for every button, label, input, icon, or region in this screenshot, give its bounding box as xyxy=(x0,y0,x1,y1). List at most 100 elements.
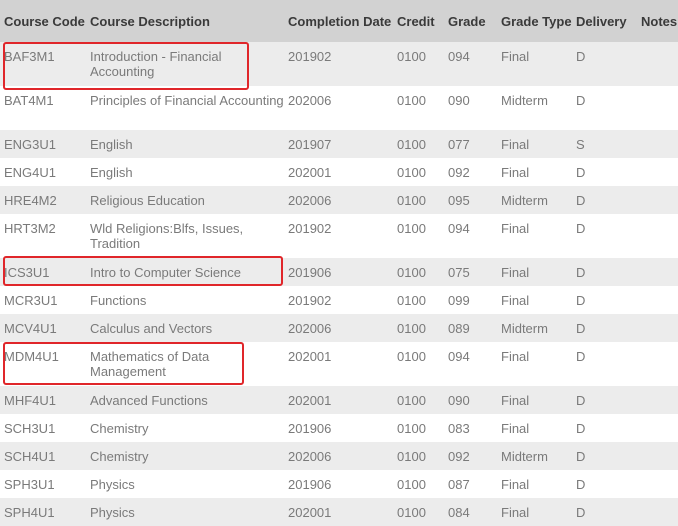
cell-grade: 092 xyxy=(444,442,497,470)
cell-date: 202001 xyxy=(284,342,393,386)
header-credit: Credit xyxy=(393,0,444,42)
cell-type: Final xyxy=(497,414,572,442)
cell-code: BAT4M1 xyxy=(0,86,86,130)
cell-description: Intro to Computer Science xyxy=(86,258,284,286)
cell-type: Final xyxy=(497,498,572,526)
cell-credit: 0100 xyxy=(393,186,444,214)
cell-description: Functions xyxy=(86,286,284,314)
cell-type: Final xyxy=(497,286,572,314)
cell-code: ENG3U1 xyxy=(0,130,86,158)
cell-grade: 077 xyxy=(444,130,497,158)
cell-grade: 090 xyxy=(444,86,497,130)
cell-description: English xyxy=(86,130,284,158)
cell-date: 202001 xyxy=(284,386,393,414)
cell-type: Final xyxy=(497,42,572,86)
cell-grade: 094 xyxy=(444,214,497,258)
cell-notes xyxy=(637,258,678,286)
cell-notes xyxy=(637,386,678,414)
cell-description: Calculus and Vectors xyxy=(86,314,284,342)
cell-description: Advanced Functions xyxy=(86,386,284,414)
cell-grade: 087 xyxy=(444,470,497,498)
cell-notes xyxy=(637,186,678,214)
cell-delivery: D xyxy=(572,470,637,498)
cell-code: MCV4U1 xyxy=(0,314,86,342)
cell-delivery: S xyxy=(572,130,637,158)
cell-type: Midterm xyxy=(497,186,572,214)
header-grade: Grade xyxy=(444,0,497,42)
cell-description: Introduction - Financial Accounting xyxy=(86,42,284,86)
cell-description: Chemistry xyxy=(86,414,284,442)
cell-notes xyxy=(637,470,678,498)
cell-delivery: D xyxy=(572,314,637,342)
cell-type: Final xyxy=(497,130,572,158)
cell-credit: 0100 xyxy=(393,86,444,130)
cell-type: Midterm xyxy=(497,442,572,470)
cell-description: English xyxy=(86,158,284,186)
cell-grade: 075 xyxy=(444,258,497,286)
cell-notes xyxy=(637,342,678,386)
cell-date: 202001 xyxy=(284,158,393,186)
cell-type: Final xyxy=(497,342,572,386)
cell-notes xyxy=(637,42,678,86)
cell-grade: 090 xyxy=(444,386,497,414)
cell-notes xyxy=(637,86,678,130)
cell-credit: 0100 xyxy=(393,286,444,314)
cell-credit: 0100 xyxy=(393,470,444,498)
table-row: SPH4U1 Physics 202001 0100 084 Final D xyxy=(0,498,678,526)
cell-description: Mathematics of Data Management xyxy=(86,342,284,386)
cell-delivery: D xyxy=(572,442,637,470)
table-row: MCR3U1 Functions 201902 0100 099 Final D xyxy=(0,286,678,314)
table-row: ENG4U1 English 202001 0100 092 Final D xyxy=(0,158,678,186)
cell-date: 202006 xyxy=(284,86,393,130)
cell-type: Final xyxy=(497,470,572,498)
cell-date: 201907 xyxy=(284,130,393,158)
cell-credit: 0100 xyxy=(393,130,444,158)
cell-credit: 0100 xyxy=(393,442,444,470)
cell-grade: 083 xyxy=(444,414,497,442)
cell-description: Chemistry xyxy=(86,442,284,470)
cell-code: ENG4U1 xyxy=(0,158,86,186)
cell-code: MCR3U1 xyxy=(0,286,86,314)
cell-delivery: D xyxy=(572,42,637,86)
cell-type: Final xyxy=(497,214,572,258)
table-row: MCV4U1 Calculus and Vectors 202006 0100 089 M… xyxy=(0,314,678,342)
table-row: HRE4M2 Religious Education 202006 0100 095 Mi… xyxy=(0,186,678,214)
cell-type: Final xyxy=(497,258,572,286)
cell-delivery: D xyxy=(572,86,637,130)
transcript-table: Course Code Course Description Completio… xyxy=(0,0,678,526)
cell-delivery: D xyxy=(572,414,637,442)
cell-credit: 0100 xyxy=(393,42,444,86)
cell-code: SCH3U1 xyxy=(0,414,86,442)
cell-notes xyxy=(637,130,678,158)
cell-date: 201906 xyxy=(284,258,393,286)
table-row: SCH4U1 Chemistry 202006 0100 092 Midterm D xyxy=(0,442,678,470)
table-row: SCH3U1 Chemistry 201906 0100 083 Final D xyxy=(0,414,678,442)
header-grade-type: Grade Type xyxy=(497,0,572,42)
table-row: MDM4U1 Mathematics of Data Management 2020… xyxy=(0,342,678,386)
header-row: Course Code Course Description Completio… xyxy=(0,0,678,42)
cell-delivery: D xyxy=(572,214,637,258)
cell-delivery: D xyxy=(572,386,637,414)
table-row: ICS3U1 Intro to Computer Science 201906 010… xyxy=(0,258,678,286)
cell-date: 202006 xyxy=(284,442,393,470)
cell-notes xyxy=(637,442,678,470)
cell-code: BAF3M1 xyxy=(0,42,86,86)
cell-grade: 094 xyxy=(444,342,497,386)
header-completion-date: Completion Date xyxy=(284,0,393,42)
cell-grade: 089 xyxy=(444,314,497,342)
cell-code: MDM4U1 xyxy=(0,342,86,386)
cell-notes xyxy=(637,314,678,342)
table-row: SPH3U1 Physics 201906 0100 087 Final D xyxy=(0,470,678,498)
cell-code: ICS3U1 xyxy=(0,258,86,286)
cell-code: HRE4M2 xyxy=(0,186,86,214)
cell-date: 202001 xyxy=(284,498,393,526)
cell-credit: 0100 xyxy=(393,386,444,414)
cell-date: 201902 xyxy=(284,42,393,86)
header-delivery: Delivery xyxy=(572,0,637,42)
header-notes: Notes xyxy=(637,0,678,42)
table-row: BAF3M1 Introduction - Financial Accountin… xyxy=(0,42,678,86)
cell-description: Physics xyxy=(86,470,284,498)
cell-delivery: D xyxy=(572,286,637,314)
header-course-code: Course Code xyxy=(0,0,86,42)
cell-notes xyxy=(637,414,678,442)
